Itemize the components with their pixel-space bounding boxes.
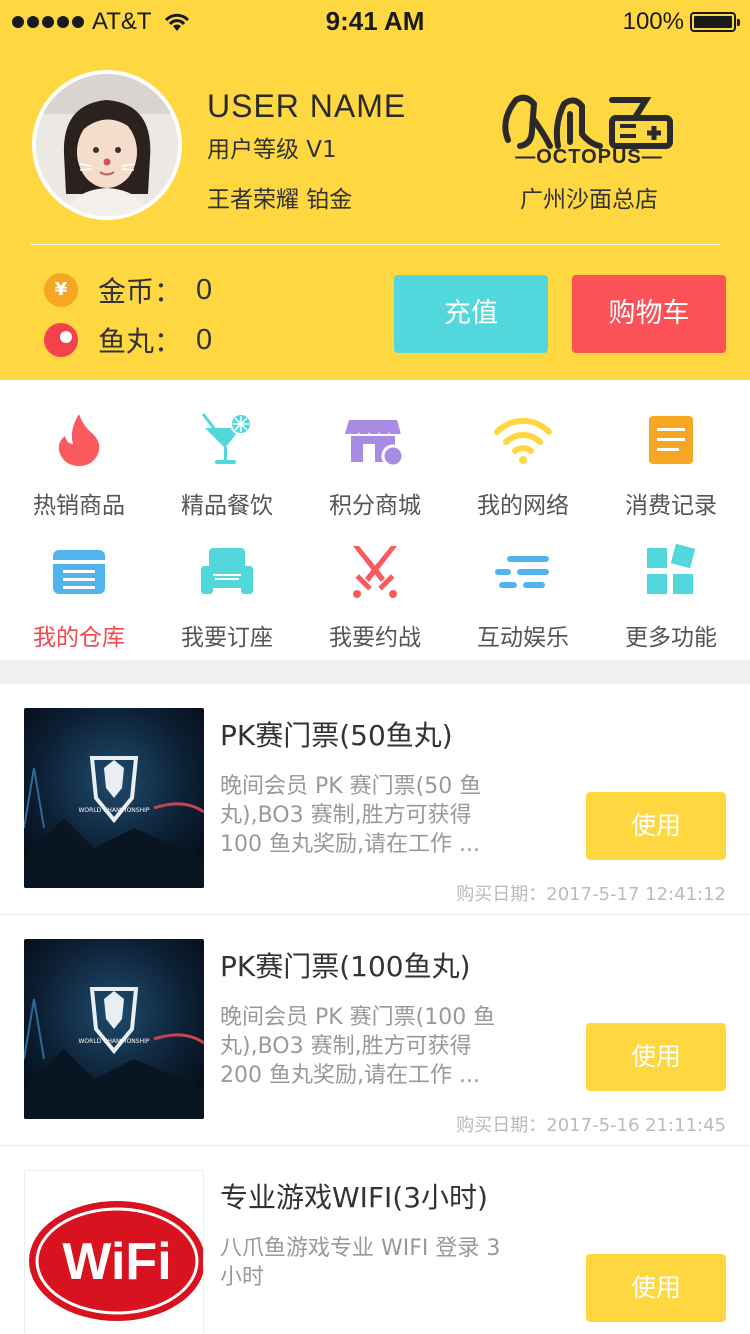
menu-item-food[interactable]: 精品餐饮	[152, 390, 302, 520]
battery-percent: 100%	[622, 8, 684, 35]
menu-item-more[interactable]: 更多功能	[596, 522, 746, 652]
thumb-caption: WORLD CHAMPIONSHIP	[79, 1038, 150, 1045]
section-separator	[0, 660, 750, 684]
status-bar: AT&T 9:41 AM 100%	[0, 0, 750, 40]
battery-icon	[690, 12, 740, 32]
grid-icon	[647, 543, 696, 594]
menu-item-my-warehouse[interactable]: 我的仓库	[4, 522, 154, 652]
use-button[interactable]: 使用	[586, 1023, 726, 1091]
user-name: USER NAME	[207, 88, 407, 124]
coin-icon: ¥	[44, 273, 78, 307]
warehouse-icon	[53, 550, 105, 594]
flame-icon	[58, 414, 100, 466]
menu-item-my-network[interactable]: 我的网络	[448, 390, 598, 520]
fishball-label: 鱼丸：	[98, 325, 183, 358]
fishball-balance: 鱼丸： 0	[44, 320, 212, 360]
menu-item-challenge[interactable]: 我要约战	[300, 522, 450, 652]
thumb-caption: WORLD CHAMPIONSHIP	[79, 807, 150, 814]
store-name: 广州沙面总店	[520, 187, 658, 213]
item-description: 晚间会员 PK 赛门票(50 鱼丸),BO3 赛制,胜方可获得 100 鱼丸奖励…	[220, 774, 482, 857]
coin-balance: ¥ 金币： 0	[44, 270, 212, 310]
coin-value: 0	[196, 273, 213, 306]
sofa-icon	[201, 548, 253, 594]
menu-label: 更多功能	[625, 625, 717, 651]
wifi-logo-text: WiFi	[62, 1233, 171, 1291]
menu-label: 我要约战	[329, 625, 421, 651]
menu-label: 精品餐饮	[181, 493, 273, 519]
avatar-photo	[36, 74, 178, 216]
list-item[interactable]: WORLD CHAMPIONSHIP PK赛门票(50鱼丸) 晚间会员 PK 赛…	[0, 684, 750, 915]
fishball-icon	[44, 323, 78, 357]
avatar[interactable]	[32, 70, 182, 220]
list-item[interactable]: WiFi 专业游戏WIFI(3小时) 八爪鱼游戏专业 WIFI 登录 3 小时 …	[0, 1146, 750, 1334]
item-title: 专业游戏WIFI(3小时)	[220, 1181, 488, 1214]
item-thumbnail: WORLD CHAMPIONSHIP	[24, 708, 204, 888]
fishball-value: 0	[196, 323, 213, 356]
item-thumbnail: WORLD CHAMPIONSHIP	[24, 939, 204, 1119]
menu-label: 消费记录	[625, 493, 717, 519]
menu-label: 我要订座	[181, 625, 273, 651]
item-description: 八爪鱼游戏专业 WIFI 登录 3 小时	[220, 1236, 501, 1290]
store-icon	[345, 420, 405, 468]
use-button[interactable]: 使用	[586, 792, 726, 860]
game-rank: 王者荣耀 铂金	[207, 187, 353, 213]
menu-label: 我的网络	[477, 493, 569, 519]
brand-name: OCTOPUS	[536, 146, 642, 168]
use-button[interactable]: 使用	[586, 1254, 726, 1322]
menu-label: 积分商城	[329, 493, 421, 519]
item-description: 晚间会员 PK 赛门票(100 鱼丸),BO3 赛制,胜方可获得 200 鱼丸奖…	[220, 1005, 496, 1088]
coin-label: 金币：	[98, 275, 183, 308]
item-title: PK赛门票(50鱼丸)	[220, 719, 453, 752]
item-thumbnail: WiFi	[24, 1170, 204, 1334]
cocktail-icon	[201, 413, 252, 464]
battery-status: 100%	[622, 8, 740, 36]
recharge-button[interactable]: 充值	[394, 275, 548, 353]
list-item[interactable]: WORLD CHAMPIONSHIP PK赛门票(100鱼丸) 晚间会员 PK …	[0, 915, 750, 1146]
header-divider	[30, 244, 720, 245]
wifi-icon	[494, 417, 552, 464]
feature-menu: 热销商品 精品餐饮 积分商城 我的网络 消费记录 我的仓库 我要订座 我要约战 …	[0, 380, 750, 660]
swords-icon	[353, 546, 397, 598]
receipt-icon	[649, 416, 693, 464]
profile-header: AT&T 9:41 AM 100% USER NAME 用户等级 V1 王者荣耀…	[0, 0, 750, 380]
cart-button[interactable]: 购物车	[572, 275, 726, 353]
user-level: 用户等级 V1	[207, 137, 337, 163]
menu-item-book-seat[interactable]: 我要订座	[152, 522, 302, 652]
menu-label: 热销商品	[33, 493, 125, 519]
menu-item-points-mall[interactable]: 积分商城	[300, 390, 450, 520]
purchase-date: 购买日期：2017-5-16 21:11:45	[456, 1115, 726, 1136]
menu-label: 互动娱乐	[477, 625, 569, 651]
menu-item-consumption-record[interactable]: 消费记录	[596, 390, 746, 520]
wifi-logo-image: WiFi	[25, 1171, 203, 1334]
purchase-date: 购买日期：2017-5-17 12:41:12	[456, 884, 726, 905]
menu-item-hot-products[interactable]: 热销商品	[4, 390, 154, 520]
championship-thumbnail-image: WORLD CHAMPIONSHIP	[24, 939, 204, 1119]
entertainment-icon	[495, 556, 549, 588]
item-title: PK赛门票(100鱼丸)	[220, 950, 471, 983]
menu-label: 我的仓库	[33, 625, 125, 651]
championship-thumbnail-image: WORLD CHAMPIONSHIP	[24, 708, 204, 888]
brand-text: —OCTOPUS—	[515, 146, 663, 168]
menu-item-entertainment[interactable]: 互动娱乐	[448, 522, 598, 652]
